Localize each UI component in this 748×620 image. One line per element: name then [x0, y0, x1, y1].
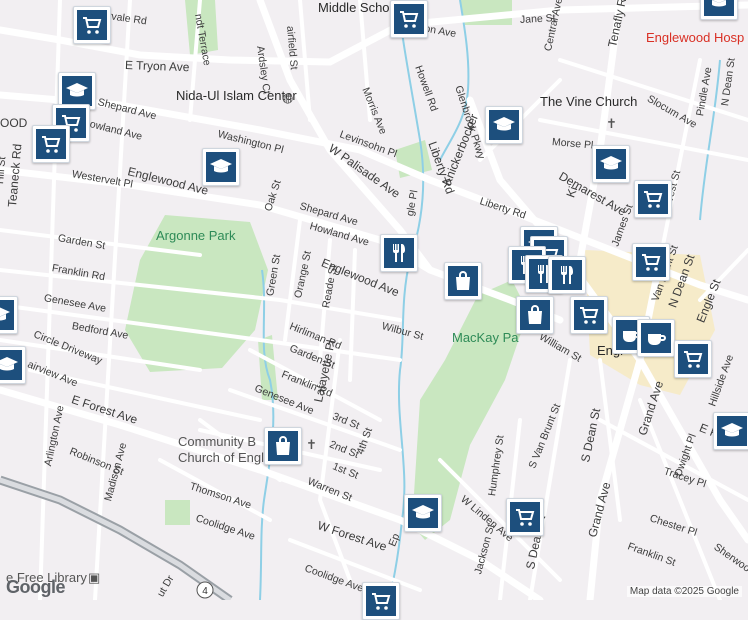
mosque-icon: ◍: [282, 90, 293, 106]
cart-pin[interactable]: [634, 180, 672, 218]
graduation-cap-icon: [411, 501, 435, 525]
school-pin[interactable]: [485, 106, 523, 144]
shopping-pin[interactable]: [516, 296, 554, 334]
shopping-pin[interactable]: [264, 427, 302, 465]
library-icon: ▣: [88, 570, 100, 586]
cart-icon: [577, 303, 601, 327]
school-pin[interactable]: [0, 296, 18, 334]
cart-pin[interactable]: [674, 340, 712, 378]
church-icon: ✝: [606, 116, 617, 132]
cart-pin[interactable]: [506, 498, 544, 536]
school-pin[interactable]: [404, 494, 442, 532]
map-attribution: Map data ©2025 Google: [627, 586, 742, 597]
shopping-bag-icon: [451, 269, 475, 293]
place-label-church: Church of Engle: [178, 450, 271, 465]
cart-pin[interactable]: [73, 6, 111, 44]
restaurant-pin[interactable]: [380, 234, 418, 272]
place-label-argonne-park: Argonne Park: [156, 228, 236, 243]
street-label: OOD: [0, 116, 27, 130]
cart-pin[interactable]: [362, 582, 400, 620]
shopping-bag-icon: [523, 303, 547, 327]
graduation-cap-icon: [0, 303, 11, 327]
cart-icon: [80, 13, 104, 37]
graduation-cap-icon: [707, 0, 731, 13]
church-icon: ✝: [306, 437, 317, 453]
shopping-pin[interactable]: [444, 262, 482, 300]
cart-pin[interactable]: [570, 296, 608, 334]
coffee-icon: [644, 326, 668, 350]
school-pin[interactable]: [0, 346, 26, 384]
cart-pin[interactable]: [32, 125, 70, 163]
place-label-nida: Nida-Ul Islam Center: [176, 88, 297, 103]
restaurant-icon: [387, 241, 411, 265]
google-logo: Google: [6, 577, 65, 598]
graduation-cap-icon: [0, 353, 19, 377]
place-label-middle-school: Middle Scho: [318, 0, 390, 15]
cart-icon: [39, 132, 63, 156]
route-number: 4: [202, 586, 208, 597]
restaurant-icon: [555, 263, 579, 287]
cart-pin[interactable]: [632, 243, 670, 281]
graduation-cap-icon: [492, 113, 516, 137]
place-label-vine-church: The Vine Church: [540, 94, 637, 109]
school-pin[interactable]: [713, 412, 748, 450]
coffee-pin[interactable]: [637, 319, 675, 357]
park-small-2: [165, 500, 190, 525]
cart-icon: [681, 347, 705, 371]
cart-icon: [641, 187, 665, 211]
school-pin[interactable]: [700, 0, 738, 20]
shopping-bag-icon: [271, 434, 295, 458]
cart-icon: [397, 7, 421, 31]
cart-pin[interactable]: [390, 0, 428, 38]
place-label-community: Community B: [178, 434, 256, 449]
restaurant-pin[interactable]: [548, 256, 586, 294]
school-pin[interactable]: [202, 148, 240, 186]
cart-icon: [369, 589, 393, 613]
graduation-cap-icon: [720, 419, 744, 443]
map-canvas[interactable]: 4: [0, 0, 748, 600]
school-pin[interactable]: [592, 145, 630, 183]
graduation-cap-icon: [65, 79, 89, 103]
place-label-hospital: Englewood Hosp: [646, 30, 744, 45]
graduation-cap-icon: [209, 155, 233, 179]
street-label: E Tryon Ave: [125, 58, 190, 74]
place-label-mackay-park: MacKay Pa: [452, 330, 518, 345]
graduation-cap-icon: [599, 152, 623, 176]
cart-icon: [513, 505, 537, 529]
cart-icon: [639, 250, 663, 274]
